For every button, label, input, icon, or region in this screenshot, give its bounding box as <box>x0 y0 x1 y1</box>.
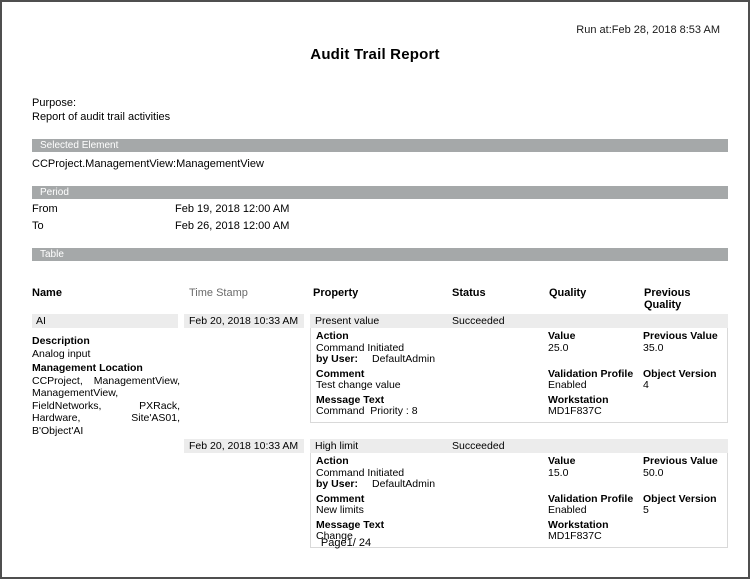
comment-value: Test change value <box>316 380 538 392</box>
period-to-label: To <box>32 220 175 233</box>
by-user-value: DefaultAdmin <box>372 478 435 490</box>
period-from-label: From <box>32 203 175 216</box>
period-to-row: ToFeb 26, 2018 12:00 AM <box>32 220 748 233</box>
previous-value-field: Previous Value 35.0 <box>643 331 727 366</box>
validation-profile-field: Validation Profile Enabled <box>548 494 643 517</box>
message-text-value: Command Priority : 8 <box>316 406 538 418</box>
period-from-value: Feb 19, 2018 12:00 AM <box>175 203 289 215</box>
column-header-timestamp: Time Stamp <box>184 287 310 311</box>
previous-value-label: Previous Value <box>643 456 727 468</box>
property-value: Present value <box>310 314 452 328</box>
value-value: 25.0 <box>548 343 643 355</box>
property-value: High limit <box>310 439 452 453</box>
object-details: Description Analog input Management Loca… <box>32 335 180 437</box>
empty-cell <box>643 395 727 418</box>
report-page: Run at:Feb 28, 2018 8:53 AM Audit Trail … <box>0 0 750 579</box>
value-field: Value 15.0 <box>548 456 643 491</box>
event-detail-box: Action Command Initiated by User:Default… <box>310 328 728 423</box>
comment-field: Comment New limits <box>311 494 548 517</box>
validation-profile-value: Enabled <box>548 380 643 392</box>
event-detail-box: Action Command Initiated by User:Default… <box>310 453 728 548</box>
purpose-label: Purpose: <box>32 96 748 110</box>
message-text-field: Message Text Command Priority : 8 <box>311 395 548 418</box>
table-section-header: Table <box>32 248 728 261</box>
object-version-label: Object Version <box>643 494 727 506</box>
column-header-status: Status <box>452 287 547 311</box>
by-user-field: by User: DefaultAdmin <box>316 354 538 366</box>
management-location-value: CCProject, ManagementView, ManagementVie… <box>32 375 180 438</box>
purpose-block: Purpose: Report of audit trail activitie… <box>32 96 748 124</box>
action-field: Action Command Initiated by User:Default… <box>311 456 548 491</box>
page-number: Page1/ 24 <box>2 537 690 549</box>
value-label: Value <box>548 456 643 468</box>
column-header-name: Name <box>32 287 184 311</box>
period-to-value: Feb 26, 2018 12:00 AM <box>175 220 289 232</box>
object-name: AI <box>32 314 178 328</box>
by-user-field: by User: DefaultAdmin <box>316 479 538 491</box>
value-field: Value 25.0 <box>548 331 643 366</box>
previous-value-value: 50.0 <box>643 468 727 480</box>
comment-value: New limits <box>316 505 538 517</box>
management-location-label: Management Location <box>32 362 180 375</box>
timestamp-cell: Feb 20, 2018 10:33 AM <box>184 439 310 548</box>
action-field: Action Command Initiated by User:Default… <box>311 331 548 366</box>
workstation-field: Workstation MD1F837C <box>548 395 643 418</box>
name-cell <box>32 439 184 548</box>
by-user-label: by User: <box>316 353 358 365</box>
detail-cell: High limit Succeeded Action Command Init… <box>310 439 728 548</box>
object-version-field: Object Version 5 <box>643 494 727 517</box>
comment-field: Comment Test change value <box>311 369 548 392</box>
object-version-value: 5 <box>643 505 727 517</box>
period-section-header: Period <box>32 186 728 199</box>
selected-element-value: CCProject.ManagementView:ManagementView <box>32 158 748 170</box>
selected-element-section-header: Selected Element <box>32 139 728 152</box>
by-user-label: by User: <box>316 478 358 490</box>
table-row-high-limit: Feb 20, 2018 10:33 AM High limit Succeed… <box>32 439 728 548</box>
table-header-row: Name Time Stamp Property Status Quality … <box>32 287 728 311</box>
status-value: Succeeded <box>452 439 547 453</box>
column-header-previous-quality: Previous Quality <box>642 287 728 311</box>
column-header-property: Property <box>310 287 452 311</box>
action-label: Action <box>316 456 538 468</box>
validation-profile-value: Enabled <box>548 505 643 517</box>
value-value: 15.0 <box>548 468 643 480</box>
description-value: Analog input <box>32 348 180 361</box>
timestamp-cell: Feb 20, 2018 10:33 AM <box>184 314 310 437</box>
description-label: Description <box>32 335 180 348</box>
report-title: Audit Trail Report <box>2 46 748 63</box>
name-cell: AI Description Analog input Management L… <box>32 314 184 437</box>
property-status-band: Present value Succeeded <box>310 314 728 328</box>
timestamp-value: Feb 20, 2018 10:33 AM <box>184 314 304 328</box>
table-header-detail-columns: Property Status Quality Previous Quality <box>310 287 728 311</box>
status-value: Succeeded <box>452 314 547 328</box>
action-label: Action <box>316 331 538 343</box>
previous-value-value: 35.0 <box>643 343 727 355</box>
previous-value-label: Previous Value <box>643 331 727 343</box>
detail-cell: Present value Succeeded Action Command I… <box>310 314 728 437</box>
by-user-value: DefaultAdmin <box>372 353 435 365</box>
previous-value-field: Previous Value 50.0 <box>643 456 727 491</box>
object-version-value: 4 <box>643 380 727 392</box>
run-at-timestamp: Run at:Feb 28, 2018 8:53 AM <box>2 24 720 36</box>
purpose-text: Report of audit trail activities <box>32 110 748 124</box>
value-label: Value <box>548 331 643 343</box>
workstation-value: MD1F837C <box>548 406 643 418</box>
property-status-band: High limit Succeeded <box>310 439 728 453</box>
period-from-row: FromFeb 19, 2018 12:00 AM <box>32 203 748 216</box>
column-header-quality: Quality <box>547 287 642 311</box>
object-version-label: Object Version <box>643 369 727 381</box>
object-version-field: Object Version 4 <box>643 369 727 392</box>
validation-profile-field: Validation Profile Enabled <box>548 369 643 392</box>
timestamp-value: Feb 20, 2018 10:33 AM <box>184 439 304 453</box>
table-row-present-value: AI Description Analog input Management L… <box>32 314 728 437</box>
